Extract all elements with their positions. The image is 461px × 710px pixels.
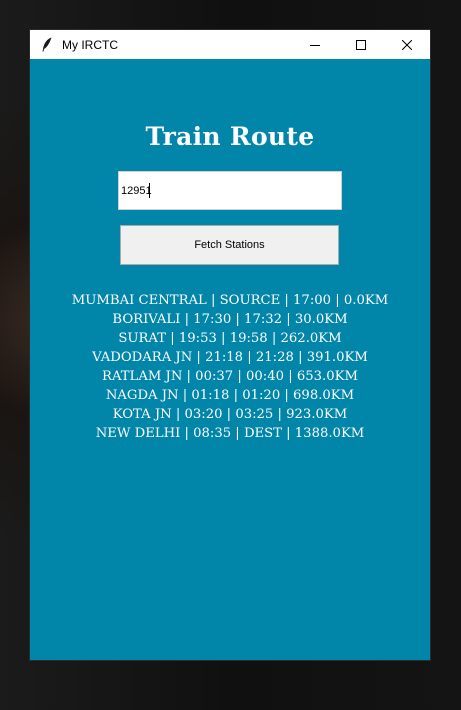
station-list: MUMBAI CENTRAL | SOURCE | 17:00 | 0.0KM … xyxy=(30,291,430,443)
station-row: SURAT | 19:53 | 19:58 | 262.0KM xyxy=(118,331,342,346)
close-button[interactable] xyxy=(384,30,430,59)
station-row: MUMBAI CENTRAL | SOURCE | 17:00 | 0.0KM xyxy=(71,293,389,308)
station-row: NEW DELHI | 08:35 | DEST | 1388.0KM xyxy=(95,426,365,441)
desktop-background: My IRCTC Train Route 12951 Fetch Station… xyxy=(0,0,461,710)
window-title: My IRCTC xyxy=(62,37,118,52)
minimize-icon xyxy=(310,44,320,46)
maximize-icon xyxy=(356,39,366,50)
maximize-button[interactable] xyxy=(338,30,384,59)
close-icon xyxy=(402,39,412,50)
station-row: VADODARA JN | 21:18 | 21:28 | 391.0KM xyxy=(92,350,368,365)
train-number-input[interactable] xyxy=(118,171,342,210)
page-title: Train Route xyxy=(145,122,315,151)
app-window: My IRCTC Train Route 12951 Fetch Station… xyxy=(30,30,430,660)
station-row: RATLAM JN | 00:37 | 00:40 | 653.0KM xyxy=(102,369,358,384)
station-row: KOTA JN | 03:20 | 03:25 | 923.0KM xyxy=(112,407,348,422)
main-content: Train Route Fetch Stations MUMBAI CENTRA… xyxy=(30,59,430,660)
text-cursor xyxy=(149,183,150,198)
feather-icon xyxy=(40,37,54,53)
title-bar[interactable]: My IRCTC xyxy=(30,30,430,59)
fetch-stations-button[interactable]: Fetch Stations xyxy=(120,225,339,265)
station-row: NAGDA JN | 01:18 | 01:20 | 698.0KM xyxy=(105,388,355,403)
station-row: BORIVALI | 17:30 | 17:32 | 30.0KM xyxy=(112,312,348,327)
minimize-button[interactable] xyxy=(292,30,338,59)
